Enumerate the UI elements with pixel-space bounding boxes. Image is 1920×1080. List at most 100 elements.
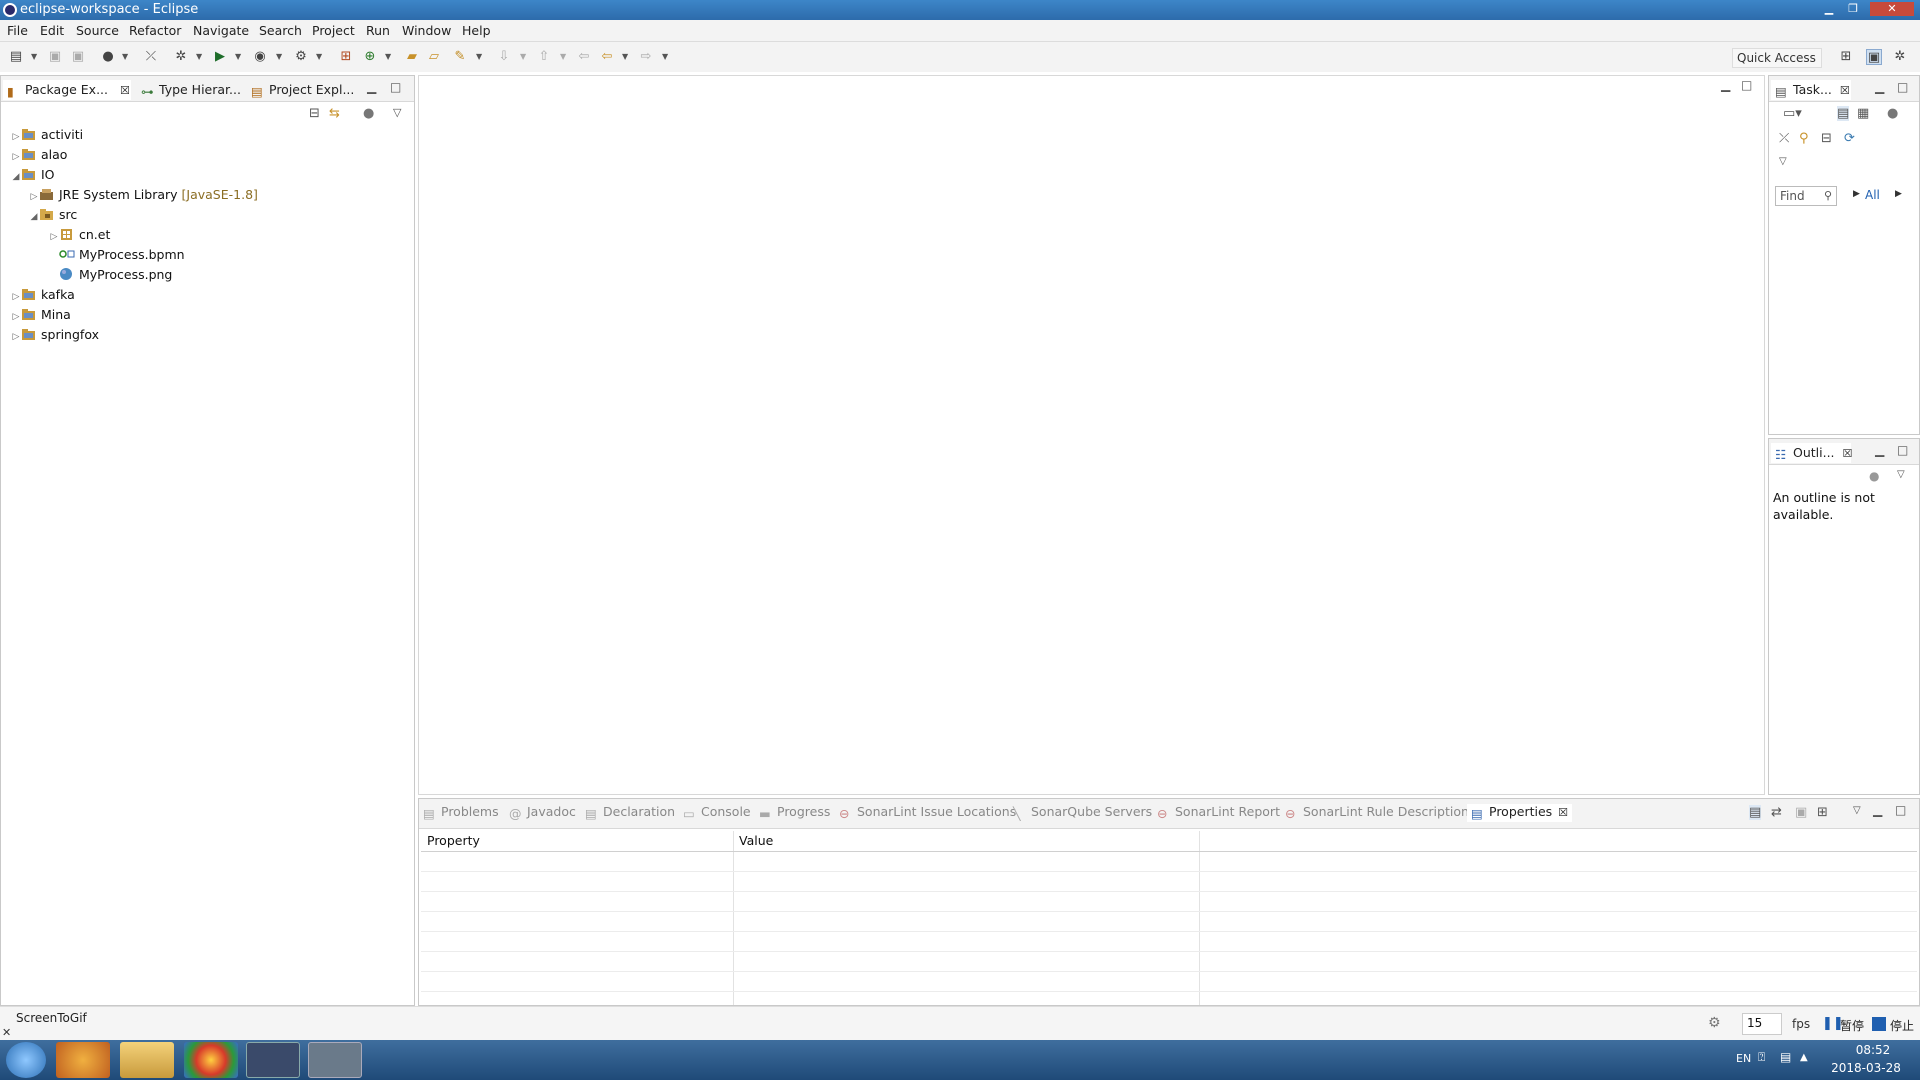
- coverage-icon[interactable]: ◉: [252, 49, 268, 65]
- tree-item-alao[interactable]: ▷ alao: [11, 145, 411, 165]
- expand-arrow-icon[interactable]: ▶: [1895, 189, 1902, 199]
- start-button[interactable]: [6, 1042, 46, 1078]
- minimize-window-button[interactable]: ▁: [1818, 2, 1840, 16]
- tree-item-mina[interactable]: ▷ Mina: [11, 305, 411, 325]
- open-task-icon[interactable]: ▱: [426, 49, 442, 65]
- all-link[interactable]: All: [1865, 188, 1880, 202]
- tab-javadoc[interactable]: @ Javadoc: [509, 804, 576, 822]
- maximize-view-button[interactable]: □: [1897, 80, 1908, 94]
- restore-window-button[interactable]: ❐: [1842, 2, 1864, 16]
- tab-package-explorer[interactable]: ▮ Package Ex... ☒: [3, 80, 131, 100]
- menu-refactor[interactable]: Refactor: [129, 23, 181, 38]
- forward-icon[interactable]: ⇨: [638, 49, 654, 65]
- find-input[interactable]: Find ⚲: [1775, 186, 1837, 206]
- scheduled-icon[interactable]: ▦: [1857, 106, 1869, 121]
- tab-sonarqube-servers[interactable]: ╲ SonarQube Servers: [1013, 804, 1152, 822]
- open-perspective-icon[interactable]: ⊞: [1838, 49, 1854, 65]
- external-tools-icon[interactable]: ⚙: [293, 49, 309, 65]
- maximize-view-button[interactable]: □: [390, 80, 401, 94]
- property-column-header[interactable]: Property: [427, 833, 480, 848]
- prev-annotation-icon[interactable]: ⇧: [536, 49, 552, 65]
- tab-sonarlint-report[interactable]: ⊖ SonarLint Report: [1157, 804, 1280, 822]
- tree-item-src[interactable]: ◢ src: [11, 205, 411, 225]
- synchronize-icon[interactable]: ⟳: [1844, 131, 1855, 146]
- external-tools-dropdown-icon[interactable]: ▼: [316, 50, 324, 64]
- back-dropdown-icon[interactable]: ▼: [622, 50, 630, 64]
- prev-annotation-dropdown-icon[interactable]: ▼: [560, 50, 568, 64]
- minimize-view-button[interactable]: ▁: [1875, 80, 1884, 94]
- menu-project[interactable]: Project: [312, 23, 355, 38]
- tree-item-activiti[interactable]: ▷ activiti: [11, 125, 411, 145]
- tab-declaration[interactable]: ▤ Declaration: [585, 804, 675, 822]
- expand-icon[interactable]: ▷: [49, 227, 59, 247]
- next-annotation-icon[interactable]: ⇩: [496, 49, 512, 65]
- tree-item-myprocess-png[interactable]: MyProcess.png: [11, 265, 411, 285]
- tree-item-springfox[interactable]: ▷ springfox: [11, 325, 411, 345]
- settings-gear-icon[interactable]: ⚙: [1708, 1015, 1721, 1031]
- menu-file[interactable]: File: [7, 23, 28, 38]
- menu-window[interactable]: Window: [402, 23, 451, 38]
- search-dropdown-icon[interactable]: ▼: [476, 50, 484, 64]
- taskbar-eclipse[interactable]: [246, 1042, 300, 1078]
- expand-icon[interactable]: ▷: [11, 307, 21, 327]
- tab-console[interactable]: ▭ Console: [683, 804, 751, 822]
- filter-icon[interactable]: ⚲: [1799, 131, 1809, 146]
- view-menu-icon[interactable]: ▽: [1897, 469, 1905, 480]
- tab-task-list[interactable]: ▤ Task... ☒: [1771, 80, 1851, 100]
- profile-dropdown-icon[interactable]: ▼: [122, 50, 130, 64]
- collapse-icon[interactable]: ◢: [29, 207, 39, 227]
- save-icon[interactable]: ▣: [47, 49, 63, 65]
- view-menu-icon[interactable]: ▽: [1853, 805, 1861, 816]
- maximize-view-button[interactable]: □: [1895, 803, 1906, 817]
- close-tab-icon[interactable]: ☒: [1558, 806, 1568, 819]
- expand-icon[interactable]: ▷: [11, 327, 21, 347]
- new-icon[interactable]: ▤: [8, 49, 24, 65]
- tab-problems[interactable]: ▤ Problems: [423, 804, 499, 822]
- back-icon[interactable]: ⇦: [599, 49, 615, 65]
- tab-progress[interactable]: ▬ Progress: [759, 804, 830, 822]
- show-hidden-icons[interactable]: ▲: [1800, 1052, 1808, 1063]
- fps-input[interactable]: 15: [1742, 1013, 1782, 1035]
- taskbar-screentogif[interactable]: [308, 1042, 362, 1078]
- skip-breakpoints-icon[interactable]: ⤫: [143, 49, 159, 65]
- expand-icon[interactable]: ▷: [29, 187, 39, 207]
- tab-type-hierarchy[interactable]: ⊶ Type Hierar...: [137, 80, 245, 100]
- stop-icon[interactable]: [1872, 1017, 1886, 1031]
- close-tab-icon[interactable]: ☒: [120, 84, 130, 97]
- tab-sonarlint-issue-locations[interactable]: ⊖ SonarLint Issue Locations: [839, 804, 1016, 822]
- restore-default-icon[interactable]: ▣: [1795, 805, 1807, 820]
- collapse-icon[interactable]: ◢: [11, 167, 21, 187]
- focus-task-icon[interactable]: ●: [363, 106, 374, 121]
- forward-dropdown-icon[interactable]: ▼: [662, 50, 670, 64]
- new-class-dropdown-icon[interactable]: ▼: [385, 50, 393, 64]
- close-tab-icon[interactable]: ☒: [1843, 447, 1853, 460]
- show-advanced-icon[interactable]: ⇄: [1771, 805, 1782, 820]
- open-type-icon[interactable]: ▰: [404, 49, 420, 65]
- clock-time[interactable]: 08:52: [1840, 1043, 1906, 1057]
- taskbar-chrome[interactable]: [184, 1042, 238, 1078]
- menu-edit[interactable]: Edit: [40, 23, 64, 38]
- run-icon[interactable]: ▶: [212, 49, 228, 65]
- minimize-view-button[interactable]: ▁: [1873, 803, 1882, 817]
- java-perspective-icon[interactable]: ▣: [1866, 49, 1882, 65]
- search-icon[interactable]: ✎: [452, 49, 468, 65]
- run-dropdown-icon[interactable]: ▼: [235, 50, 243, 64]
- tree-item-io[interactable]: ◢ IO: [11, 165, 411, 185]
- coverage-dropdown-icon[interactable]: ▼: [276, 50, 284, 64]
- menu-help[interactable]: Help: [462, 23, 491, 38]
- quick-access-field[interactable]: Quick Access: [1732, 48, 1822, 68]
- next-annotation-dropdown-icon[interactable]: ▼: [520, 50, 528, 64]
- menu-search[interactable]: Search: [259, 23, 302, 38]
- debug-perspective-icon[interactable]: ✲: [1892, 49, 1908, 65]
- network-icon[interactable]: ▤: [1780, 1050, 1791, 1064]
- tab-sonarlint-rule-description[interactable]: ⊖ SonarLint Rule Description: [1285, 804, 1469, 822]
- new-java-package-icon[interactable]: ⊞: [338, 49, 354, 65]
- tree-item-jre-library[interactable]: ▷ JRE System Library [JavaSE-1.8]: [11, 185, 411, 205]
- value-column-header[interactable]: Value: [739, 833, 773, 848]
- expand-arrow-icon[interactable]: ▶: [1853, 189, 1860, 199]
- editor-area[interactable]: ▁ □: [418, 75, 1765, 795]
- link-with-editor-icon[interactable]: ⇆: [329, 106, 340, 121]
- minimize-view-button[interactable]: ▁: [367, 80, 376, 94]
- close-window-button[interactable]: ✕: [1870, 2, 1914, 16]
- debug-dropdown-icon[interactable]: ▼: [196, 50, 204, 64]
